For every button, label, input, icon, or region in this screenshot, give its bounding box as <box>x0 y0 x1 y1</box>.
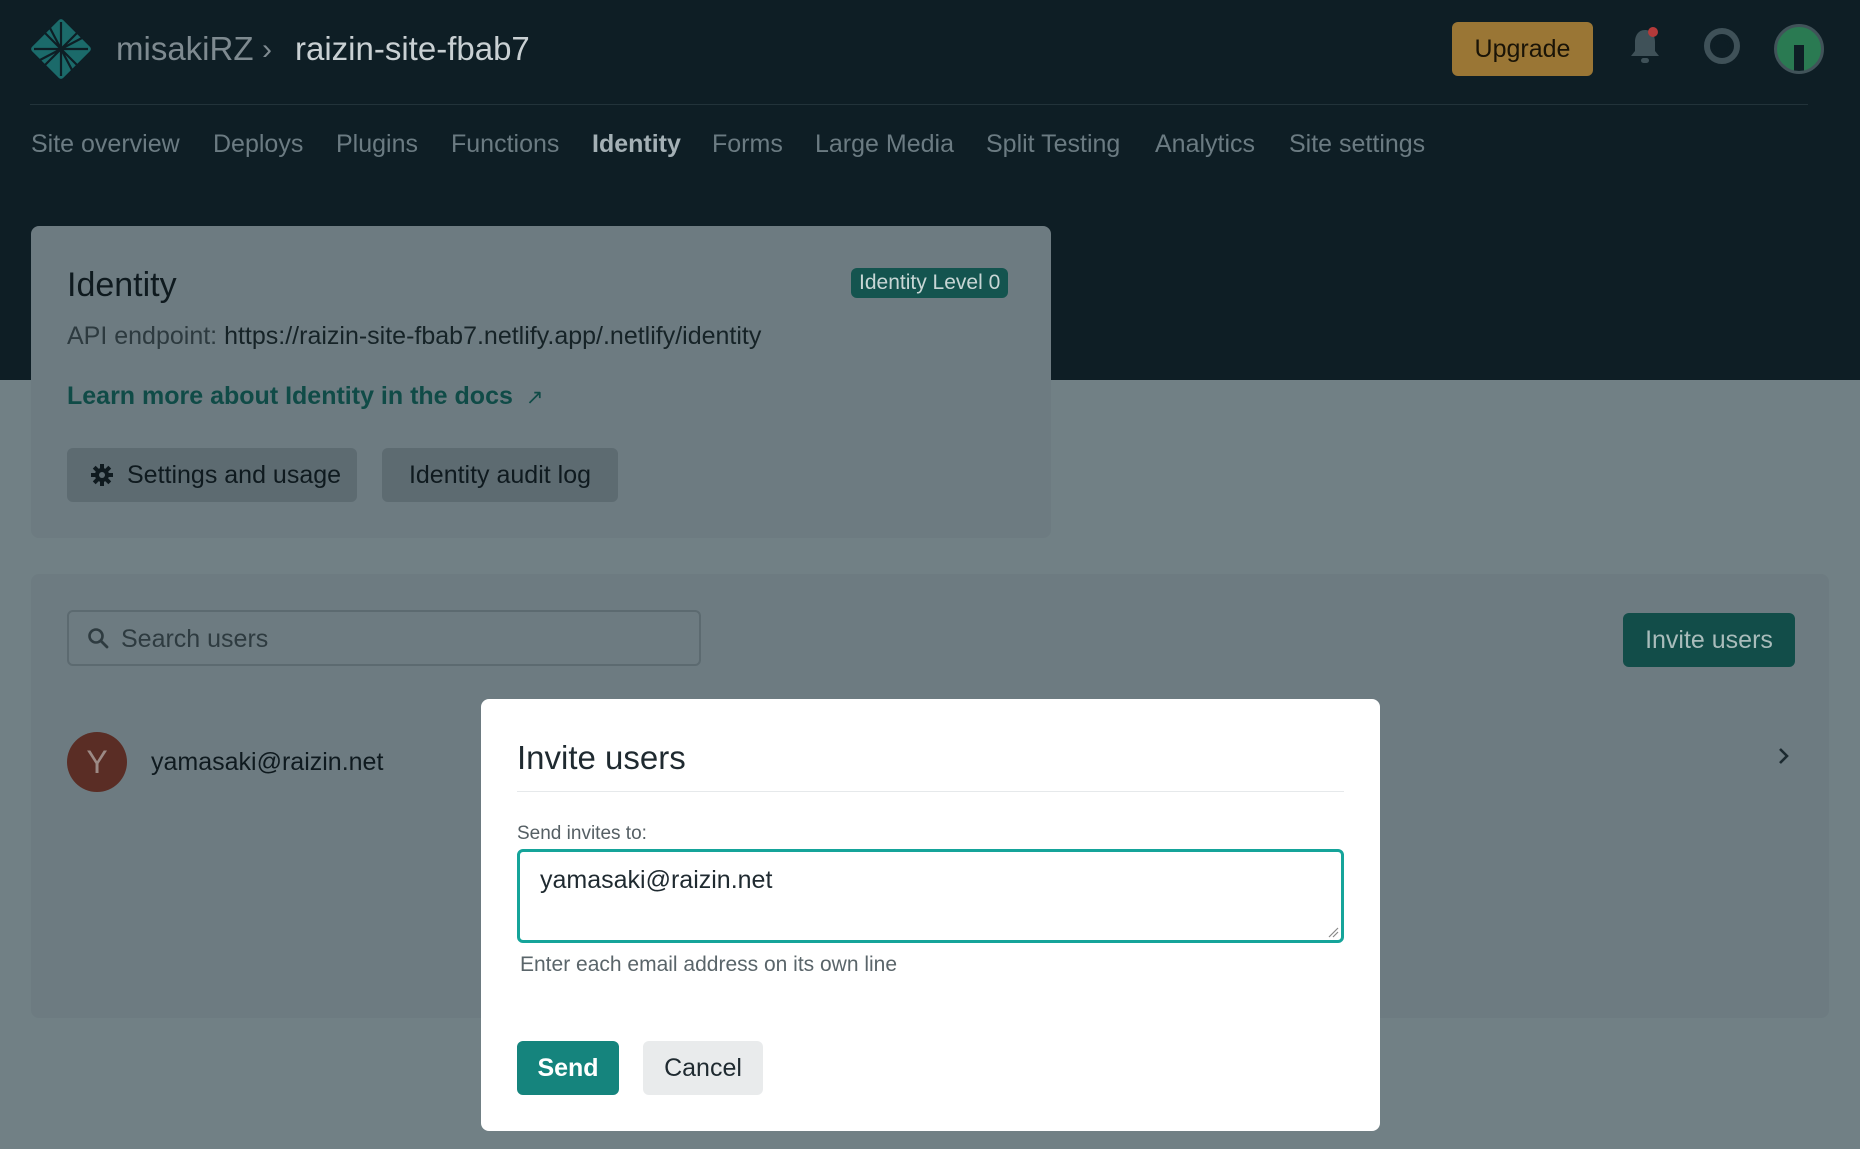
chevron-right-icon[interactable] <box>1777 746 1791 766</box>
invite-emails-textarea[interactable]: yamasaki@raizin.net <box>520 852 1341 940</box>
identity-level-badge: Identity Level 0 <box>851 268 1009 298</box>
top-bar: misakiRZ › raizin-site-fbab7 Upgrade <box>0 0 1860 104</box>
tab-large-media[interactable]: Large Media <box>815 130 954 159</box>
invite-emails-field[interactable]: yamasaki@raizin.net <box>517 849 1344 943</box>
breadcrumb-team[interactable]: misakiRZ <box>116 30 254 68</box>
api-endpoint: API endpoint: https://raizin-site-fbab7.… <box>67 322 761 351</box>
breadcrumb-site[interactable]: raizin-site-fbab7 <box>295 30 530 68</box>
tab-forms[interactable]: Forms <box>712 130 783 159</box>
tab-identity[interactable]: Identity <box>592 130 681 159</box>
learn-more-link[interactable]: Learn more about Identity in the docs ↗ <box>67 382 543 411</box>
learn-more-text[interactable]: Learn more about Identity in the docs <box>67 382 513 410</box>
modal-divider <box>517 791 1344 792</box>
user-initial-avatar: Y <box>67 732 127 792</box>
invite-users-button[interactable]: Invite users <box>1623 613 1795 667</box>
tab-deploys[interactable]: Deploys <box>213 130 303 159</box>
tab-plugins[interactable]: Plugins <box>336 130 418 159</box>
tab-site-overview[interactable]: Site overview <box>31 130 180 159</box>
api-endpoint-label: API endpoint: <box>67 322 218 350</box>
send-button[interactable]: Send <box>517 1041 619 1095</box>
external-link-icon: ↗ <box>525 386 544 409</box>
search-users-field[interactable] <box>67 610 701 666</box>
modal-title: Invite users <box>517 739 686 776</box>
user-email[interactable]: yamasaki@raizin.net <box>151 748 383 777</box>
search-users-input[interactable] <box>119 620 683 658</box>
netlify-logo-icon[interactable] <box>30 18 92 80</box>
api-endpoint-url: https://raizin-site-fbab7.netlify.app/.n… <box>224 322 762 350</box>
gear-icon <box>91 464 113 486</box>
tab-functions[interactable]: Functions <box>451 130 559 159</box>
identity-audit-log-button[interactable]: Identity audit log <box>382 448 618 502</box>
field-hint: Enter each email address on its own line <box>520 953 898 976</box>
send-invites-label: Send invites to: <box>517 823 647 844</box>
invite-users-modal: Invite users Send invites to: yamasaki@r… <box>481 699 1380 1131</box>
tab-analytics[interactable]: Analytics <box>1155 130 1255 159</box>
help-lifebuoy-icon[interactable] <box>1702 26 1742 66</box>
header-divider <box>30 104 1808 105</box>
cancel-button[interactable]: Cancel <box>643 1041 763 1095</box>
user-avatar[interactable] <box>1774 24 1824 74</box>
identity-card: Identity Identity Level 0 API endpoint: … <box>31 226 1051 538</box>
tab-site-settings[interactable]: Site settings <box>1289 130 1425 159</box>
search-icon <box>88 628 109 649</box>
tab-split-testing[interactable]: Split Testing <box>986 130 1120 159</box>
settings-and-usage-button[interactable]: Settings and usage <box>67 448 357 502</box>
breadcrumb-separator: › <box>262 33 272 66</box>
resize-handle-icon[interactable] <box>1327 926 1339 938</box>
bell-icon[interactable] <box>1628 26 1662 66</box>
identity-title: Identity <box>67 266 177 304</box>
settings-and-usage-label: Settings and usage <box>127 461 342 489</box>
upgrade-button[interactable]: Upgrade <box>1452 22 1593 76</box>
